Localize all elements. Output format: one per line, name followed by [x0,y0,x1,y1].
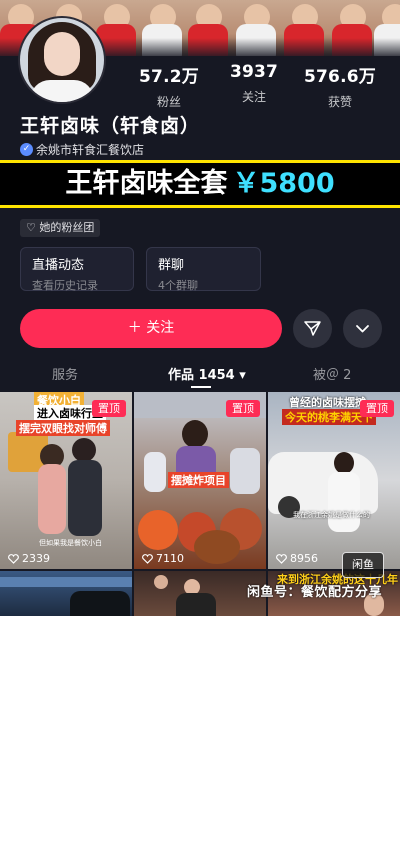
chevron-down-icon [356,325,369,333]
video-subtitle: 但如果我是餐饮小白 [39,539,102,547]
banner-title: 王轩卤味全套 [65,168,228,199]
verification-row[interactable]: ✓ 余姚市轩食汇餐饮店 [20,141,144,157]
profile-screen: 57.2万 粉丝 3937 关注 576.6万 获赞 王轩卤味（轩食卤） ✓ 余… [0,0,400,616]
live-activity-card[interactable]: 直播动态 查看历史记录 [20,247,134,292]
fan-club-badge[interactable]: ♡ 她的粉丝团 [20,219,101,237]
active-tab-indicator [191,386,211,388]
avatar[interactable] [18,16,106,104]
more-options-button[interactable] [343,309,382,348]
pinned-badge: 置顶 [226,400,260,417]
heart-outline-icon [276,553,287,564]
follow-button[interactable]: ＋ 关注 [20,309,282,348]
banner-price: ￥5800 [232,168,335,199]
video-caption: 摆完双眼找对师傅 [16,420,110,436]
video-likes-count: 7110 [156,552,184,565]
group-chat-subtitle: 4个群聊 [158,279,198,292]
heart-outline-icon [8,553,19,564]
stat-likes[interactable]: 576.6万 获赞 [300,62,380,110]
group-chat-card[interactable]: 群聊 4个群聊 [146,247,261,292]
xianyu-watermark: 闲鱼 [342,552,384,578]
followers-label: 粉丝 [156,95,181,109]
message-button[interactable] [293,309,332,348]
fan-club-label: 她的粉丝团 [39,221,95,234]
pinned-badge: 置顶 [92,400,126,417]
stat-followers[interactable]: 57.2万 粉丝 [129,62,209,110]
video-likes: 7110 [142,552,184,565]
video-likes-count: 2339 [22,552,50,565]
following-label: 关注 [241,90,266,104]
heart-outline-icon: ♡ [26,221,36,234]
video-tile[interactable] [0,571,132,616]
tab-services[interactable]: 服务 [52,364,78,383]
video-tile[interactable]: 餐饮小白 进入卤味行业 摆完双眼找对师傅 但如果我是餐饮小白 置顶 2339 [0,392,132,569]
live-activity-subtitle: 查看历史记录 [32,279,98,292]
profile-name: 王轩卤味（轩食卤） [20,115,201,137]
verified-check-icon: ✓ [20,142,33,156]
stat-following[interactable]: 3937 关注 [214,62,294,105]
tab-works[interactable]: 作品 1454 ▾ [168,364,246,383]
video-likes: 2339 [8,552,50,565]
video-caption: 曾经的卤味摆摊 [289,396,366,409]
group-chat-title: 群聊 [158,258,185,273]
video-tile[interactable]: 摆摊炸项目 置顶 7110 [134,392,266,569]
live-activity-title: 直播动态 [32,258,85,273]
likes-count: 576.6万 [304,67,376,87]
video-likes-count: 8956 [290,552,318,565]
price-banner: 王轩卤味全套 ￥5800 [0,160,400,208]
tab-mentions[interactable]: 被＠ 2 [313,364,351,383]
heart-outline-icon [142,553,153,564]
verification-text: 余姚市轩食汇餐饮店 [36,142,145,157]
send-icon [304,321,321,336]
video-subtitle: 我在浙江余姚是做什么的 [293,511,370,519]
overlay-caption: 闲鱼号：餐饮配方分享 [247,585,383,600]
likes-label: 获赞 [327,95,352,109]
video-likes: 8956 [276,552,318,565]
video-caption: 摆摊炸项目 [168,472,229,488]
pinned-badge: 置顶 [360,400,394,417]
following-count: 3937 [229,62,279,82]
video-tile[interactable]: 曾经的卤味摆摊 今天的桃李满天下 我在浙江余姚是做什么的 置顶 8956 [268,392,400,569]
followers-count: 57.2万 [139,67,199,87]
